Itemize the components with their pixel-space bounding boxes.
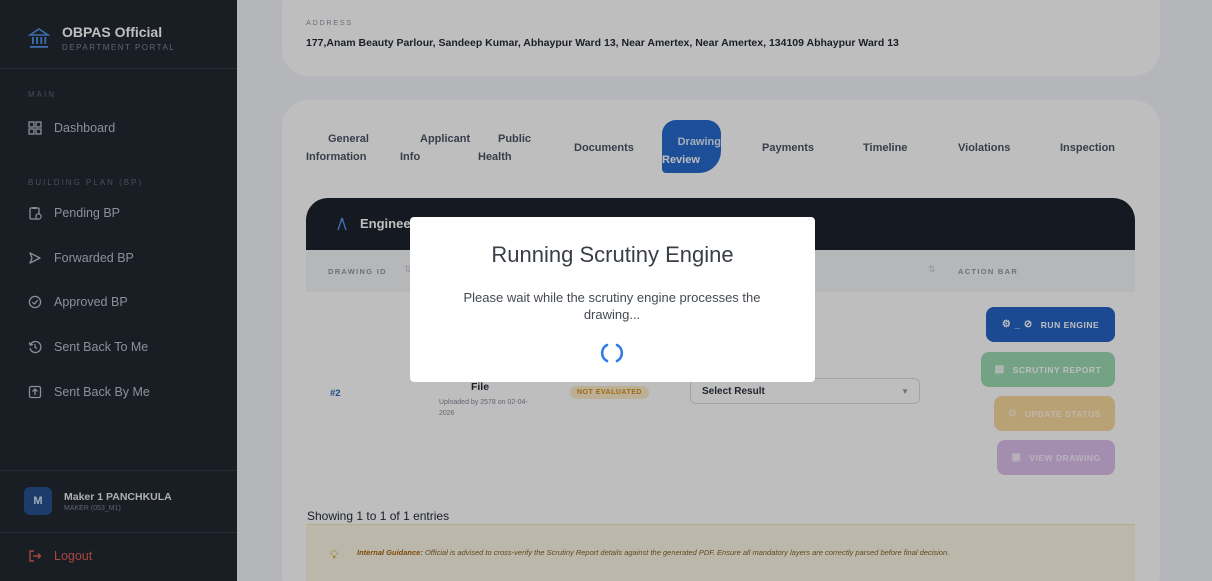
modal-title: Running Scrutiny Engine — [491, 242, 734, 267]
modal-message: Please wait while the scrutiny engine pr… — [463, 290, 761, 322]
running-scrutiny-modal: Running Scrutiny Engine Please wait whil… — [410, 217, 815, 382]
loading-spinner-icon — [600, 343, 624, 363]
